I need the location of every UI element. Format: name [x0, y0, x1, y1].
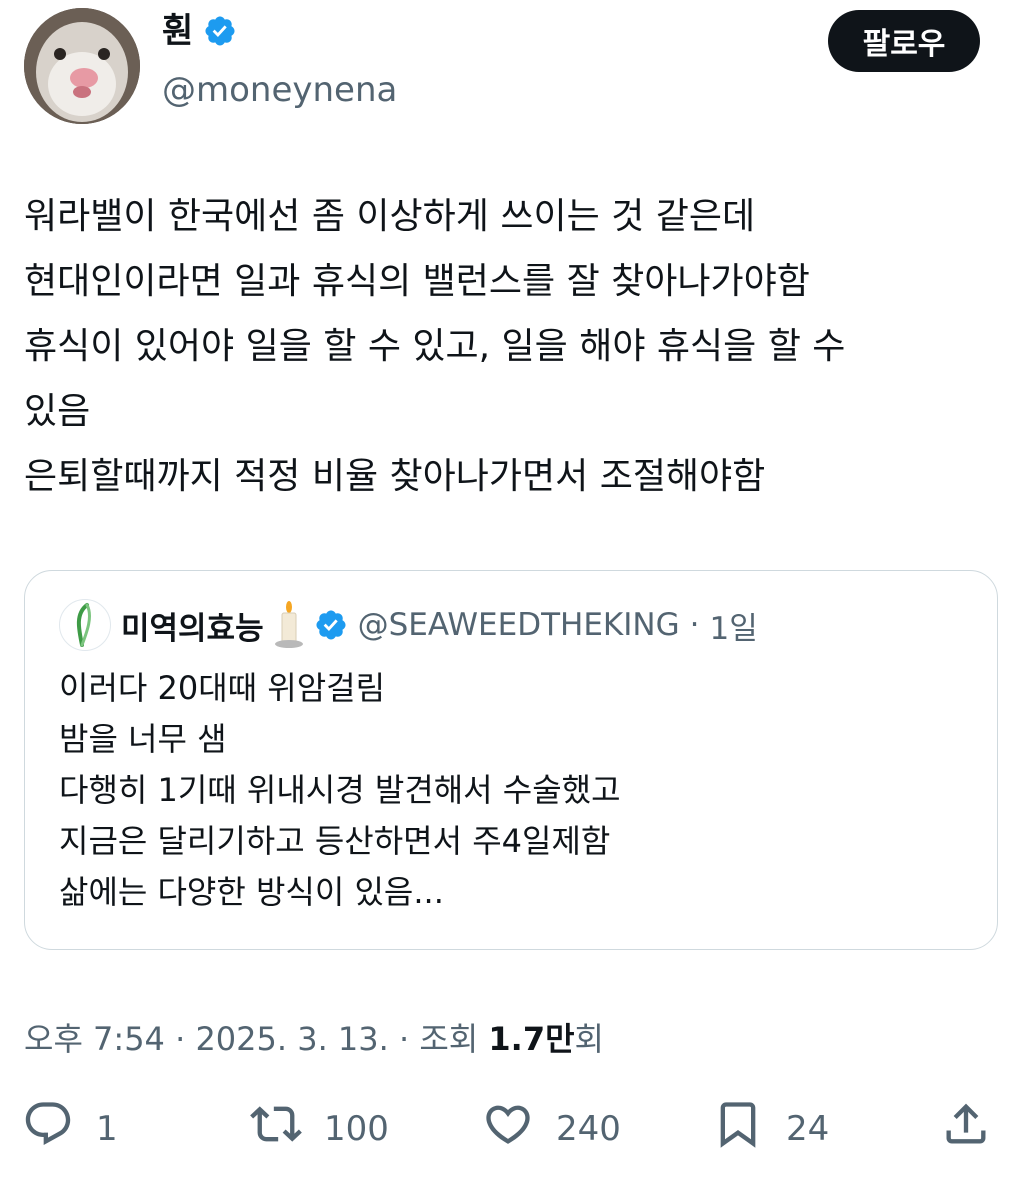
quoted-author-handle[interactable]: @SEAWEEDTHEKING: [358, 607, 680, 643]
retweet-count: 100: [324, 1108, 389, 1149]
quoted-verified-badge-icon: [314, 608, 348, 642]
quoted-author-name[interactable]: 미역의효능: [121, 603, 264, 648]
quoted-tweet-line: 다행히 1기때 위내시경 발견해서 수술했고: [59, 771, 621, 809]
tweet-meta: 오후 7:54 · 2025. 3. 13. · 조회 1.7만회: [24, 1014, 604, 1060]
author-handle[interactable]: @moneynena: [162, 70, 397, 110]
quoted-tweet-line: 지금은 달리기하고 등산하면서 주4일제함: [59, 822, 611, 860]
separator-dot: ·: [398, 1020, 410, 1058]
follow-button[interactable]: 팔로우: [828, 10, 980, 72]
tweet-line: 휴식이 있어야 일을 할 수 있고, 일을 해야 휴식을 할 수: [24, 326, 846, 367]
author-name-row: 훤: [162, 14, 237, 48]
share-icon: [940, 1098, 992, 1159]
like-button[interactable]: 240: [482, 1098, 621, 1159]
tweet-text: 워라밸이 한국에선 좀 이상하게 쓰이는 것 같은데 현대인이라면 일과 휴식의…: [24, 184, 1004, 509]
tweet-date[interactable]: 2025. 3. 13.: [195, 1020, 388, 1058]
retweet-icon: [250, 1098, 302, 1159]
tweet-line: 현대인이라면 일과 휴식의 밸런스를 잘 찾아나가야함: [24, 261, 810, 302]
views-label: 조회: [419, 1020, 479, 1058]
retweet-button[interactable]: 100: [250, 1098, 389, 1159]
reply-count: 1: [96, 1108, 118, 1149]
author-avatar[interactable]: [24, 8, 140, 124]
tweet-time[interactable]: 오후 7:54: [24, 1020, 165, 1058]
views-suffix: 회: [574, 1020, 604, 1058]
bookmark-button[interactable]: 24: [712, 1098, 829, 1159]
share-button[interactable]: [940, 1098, 992, 1159]
tweet-line: 워라밸이 한국에선 좀 이상하게 쓰이는 것 같은데: [24, 196, 756, 237]
reply-icon: [22, 1098, 74, 1159]
quoted-tweet-line: 삶에는 다양한 방식이 있음...: [59, 873, 444, 911]
quoted-tweet-line: 밤을 너무 샘: [59, 720, 227, 758]
tweet-line: 은퇴할때까지 적정 비율 찾아나가면서 조절해야함: [24, 456, 766, 497]
quoted-tweet-header: 미역의효능 @SEAWEEDTHEKING · 1일: [59, 599, 758, 651]
candle-emoji-icon: [274, 601, 304, 649]
separator-dot: ·: [689, 607, 700, 643]
views-count[interactable]: 1.7만: [488, 1020, 574, 1058]
reply-button[interactable]: 1: [22, 1098, 118, 1159]
quoted-tweet-time[interactable]: 1일: [709, 603, 757, 648]
tweet-line: 있음: [24, 391, 91, 432]
bookmark-icon: [712, 1098, 764, 1159]
quoted-tweet-text: 이러다 20대때 위암걸림 밤을 너무 샘 다행히 1기때 위내시경 발견해서 …: [59, 663, 621, 918]
verified-badge-icon: [203, 14, 237, 48]
bookmark-count: 24: [786, 1108, 830, 1149]
like-count: 240: [556, 1108, 621, 1149]
action-bar: 1 100 240 24: [0, 1098, 1024, 1158]
author-display-name[interactable]: 훤: [162, 14, 193, 48]
heart-icon: [482, 1098, 534, 1159]
separator-dot: ·: [175, 1020, 186, 1058]
quoted-author-avatar[interactable]: [59, 599, 111, 651]
quoted-tweet-card[interactable]: 미역의효능 @SEAWEEDTHEKING · 1일 이러다 20대때 위암걸림…: [24, 570, 998, 950]
quoted-tweet-line: 이러다 20대때 위암걸림: [59, 669, 386, 707]
